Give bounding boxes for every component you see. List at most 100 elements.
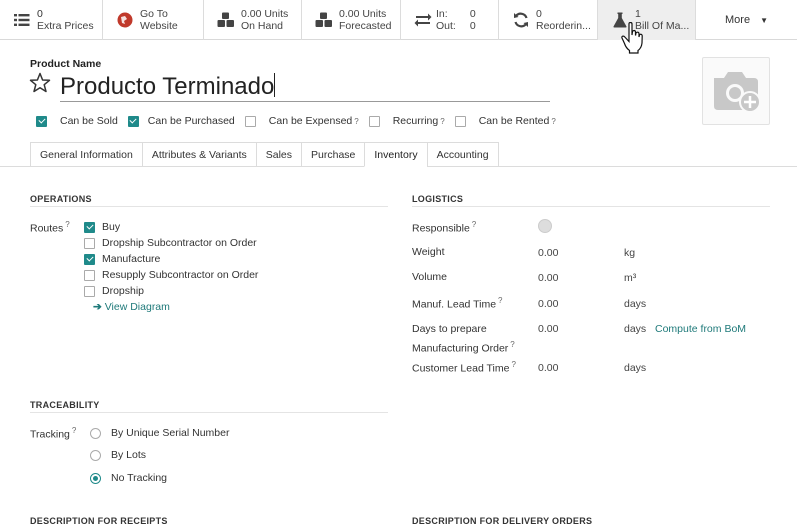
route-label: Resupply Subcontractor on Order <box>102 269 259 281</box>
go-to-label: Go To <box>140 8 168 20</box>
help-tooltip[interactable]: ? <box>472 220 476 229</box>
can-be-sold-label: Can be Sold <box>60 115 118 127</box>
tab-accounting[interactable]: Accounting <box>426 142 499 167</box>
help-tooltip[interactable]: ? <box>551 117 555 126</box>
view-diagram-label: View Diagram <box>104 301 170 313</box>
help-tooltip[interactable]: ? <box>511 360 515 369</box>
extra-prices-count: 0 <box>37 8 43 20</box>
checkbox-icon[interactable] <box>84 221 95 233</box>
route-manufacture[interactable]: Manufacture <box>84 253 160 265</box>
customer-lead-time-text: Customer Lead Time <box>412 362 510 375</box>
radio-icon[interactable] <box>90 427 101 439</box>
product-image-upload[interactable] <box>702 57 770 125</box>
forecasted-label: Forecasted <box>339 20 392 32</box>
help-tooltip[interactable]: ? <box>498 296 502 305</box>
route-buy[interactable]: Buy <box>84 221 120 233</box>
tracking-none-radio[interactable]: No Tracking <box>90 472 167 484</box>
bom-count: 1 <box>635 8 641 20</box>
tab-attributes-variants[interactable]: Attributes & Variants <box>141 142 256 167</box>
route-label: Dropship Subcontractor on Order <box>102 237 257 249</box>
checkbox-icon[interactable] <box>36 115 47 127</box>
refresh-icon <box>512 11 530 29</box>
section-divider <box>30 412 388 413</box>
tracking-serial-radio[interactable]: By Unique Serial Number <box>90 427 229 439</box>
route-dropship-subcontractor[interactable]: Dropship Subcontractor on Order <box>84 237 257 249</box>
can-be-expensed-checkbox[interactable]: Can be Expensed? <box>244 115 359 127</box>
go-to-website-button[interactable]: Go To Website <box>103 0 204 40</box>
tab-general-information[interactable]: General Information <box>30 142 142 167</box>
star-icon[interactable] <box>29 72 51 94</box>
responsible-field[interactable] <box>538 219 552 233</box>
days-to-prepare-line2: Manufacturing Order <box>412 342 509 355</box>
tab-sales[interactable]: Sales <box>255 142 302 167</box>
logistics-section-title: LOGISTICS <box>412 194 464 204</box>
customer-lead-time-input[interactable]: 0.00 <box>538 362 558 374</box>
checkbox-icon[interactable] <box>368 115 380 127</box>
checkbox-icon[interactable] <box>84 253 95 265</box>
routes-label: Routes? <box>30 220 70 235</box>
weight-input[interactable]: 0.00 <box>538 247 558 259</box>
volume-label: Volume <box>412 271 448 283</box>
radio-icon[interactable] <box>90 449 101 461</box>
camera-add-icon <box>714 72 761 113</box>
manuf-lead-time-unit: days <box>624 298 647 310</box>
checkbox-icon[interactable] <box>84 285 95 297</box>
exchange-icon <box>414 11 432 29</box>
tab-purchase[interactable]: Purchase <box>301 142 365 167</box>
radio-label: By Lots <box>111 449 147 461</box>
tab-inventory[interactable]: Inventory <box>364 142 427 167</box>
checkbox-icon[interactable] <box>127 115 139 127</box>
forecasted-button[interactable]: 0.00 Units Forecasted <box>302 0 401 40</box>
compute-from-bom-link[interactable]: Compute from BoM <box>655 323 746 335</box>
route-label: Dropship <box>102 285 145 297</box>
list-icon <box>13 11 31 29</box>
tracking-label: Tracking? <box>30 426 76 441</box>
more-button[interactable]: More ▼ <box>696 0 797 40</box>
on-hand-button[interactable]: 0.00 Units On Hand <box>204 0 302 40</box>
reordering-button[interactable]: 0 Reorderin... <box>499 0 598 40</box>
volume-unit: m³ <box>624 272 637 284</box>
traceability-section-title: TRACEABILITY <box>30 400 100 410</box>
help-tooltip[interactable]: ? <box>72 426 76 435</box>
responsible-label-text: Responsible <box>412 222 470 235</box>
product-name-input[interactable]: Producto Terminado <box>60 71 550 102</box>
reordering-count: 0 <box>536 8 542 20</box>
radio-icon[interactable] <box>90 472 101 484</box>
route-resupply-subcontractor[interactable]: Resupply Subcontractor on Order <box>84 269 258 281</box>
help-tooltip[interactable]: ? <box>510 340 514 349</box>
checkbox-icon[interactable] <box>244 115 256 127</box>
forecasted-qty: 0.00 Units <box>339 8 387 20</box>
section-divider <box>412 206 770 207</box>
help-tooltip[interactable]: ? <box>354 117 358 126</box>
extra-prices-button[interactable]: 0 Extra Prices <box>0 0 103 40</box>
caret-down-icon: ▼ <box>760 15 768 25</box>
section-divider <box>30 206 388 207</box>
help-tooltip[interactable]: ? <box>440 117 444 126</box>
weight-unit: kg <box>624 247 636 259</box>
recurring-checkbox[interactable]: Recurring? <box>368 115 445 127</box>
can-be-purchased-checkbox[interactable]: Can be Purchased <box>127 115 235 127</box>
volume-input[interactable]: 0.00 <box>538 272 558 284</box>
checkbox-icon[interactable] <box>454 115 466 127</box>
can-be-sold-checkbox[interactable]: Can be Sold <box>36 115 118 127</box>
radio-label: By Unique Serial Number <box>111 427 230 439</box>
days-to-prepare-input[interactable]: 0.00 <box>538 323 558 335</box>
can-be-rented-checkbox[interactable]: Can be Rented? <box>454 115 556 127</box>
smart-button-bar: 0 Extra Prices Go To Website 0.00 Units On … <box>0 0 797 40</box>
checkbox-icon[interactable] <box>84 269 95 281</box>
in-out-button[interactable]: In: Out: 00 <box>401 0 499 40</box>
out-count: 0 <box>469 20 476 32</box>
tracking-lots-radio[interactable]: By Lots <box>90 449 146 461</box>
manuf-lead-time-text: Manuf. Lead Time <box>412 298 497 311</box>
manuf-lead-time-input[interactable]: 0.00 <box>538 298 558 310</box>
view-diagram-link[interactable]: ➔ View Diagram <box>93 301 170 313</box>
help-tooltip[interactable]: ? <box>65 220 69 229</box>
radio-label: No Tracking <box>111 472 168 484</box>
route-dropship[interactable]: Dropship <box>84 285 144 297</box>
days-to-prepare-line1: Days to prepare <box>412 323 487 335</box>
on-hand-label: On Hand <box>241 20 284 32</box>
arrow-right-icon: ➔ <box>93 301 102 313</box>
can-be-purchased-label: Can be Purchased <box>147 115 235 127</box>
extra-prices-label: Extra Prices <box>37 20 94 32</box>
checkbox-icon[interactable] <box>84 237 95 249</box>
